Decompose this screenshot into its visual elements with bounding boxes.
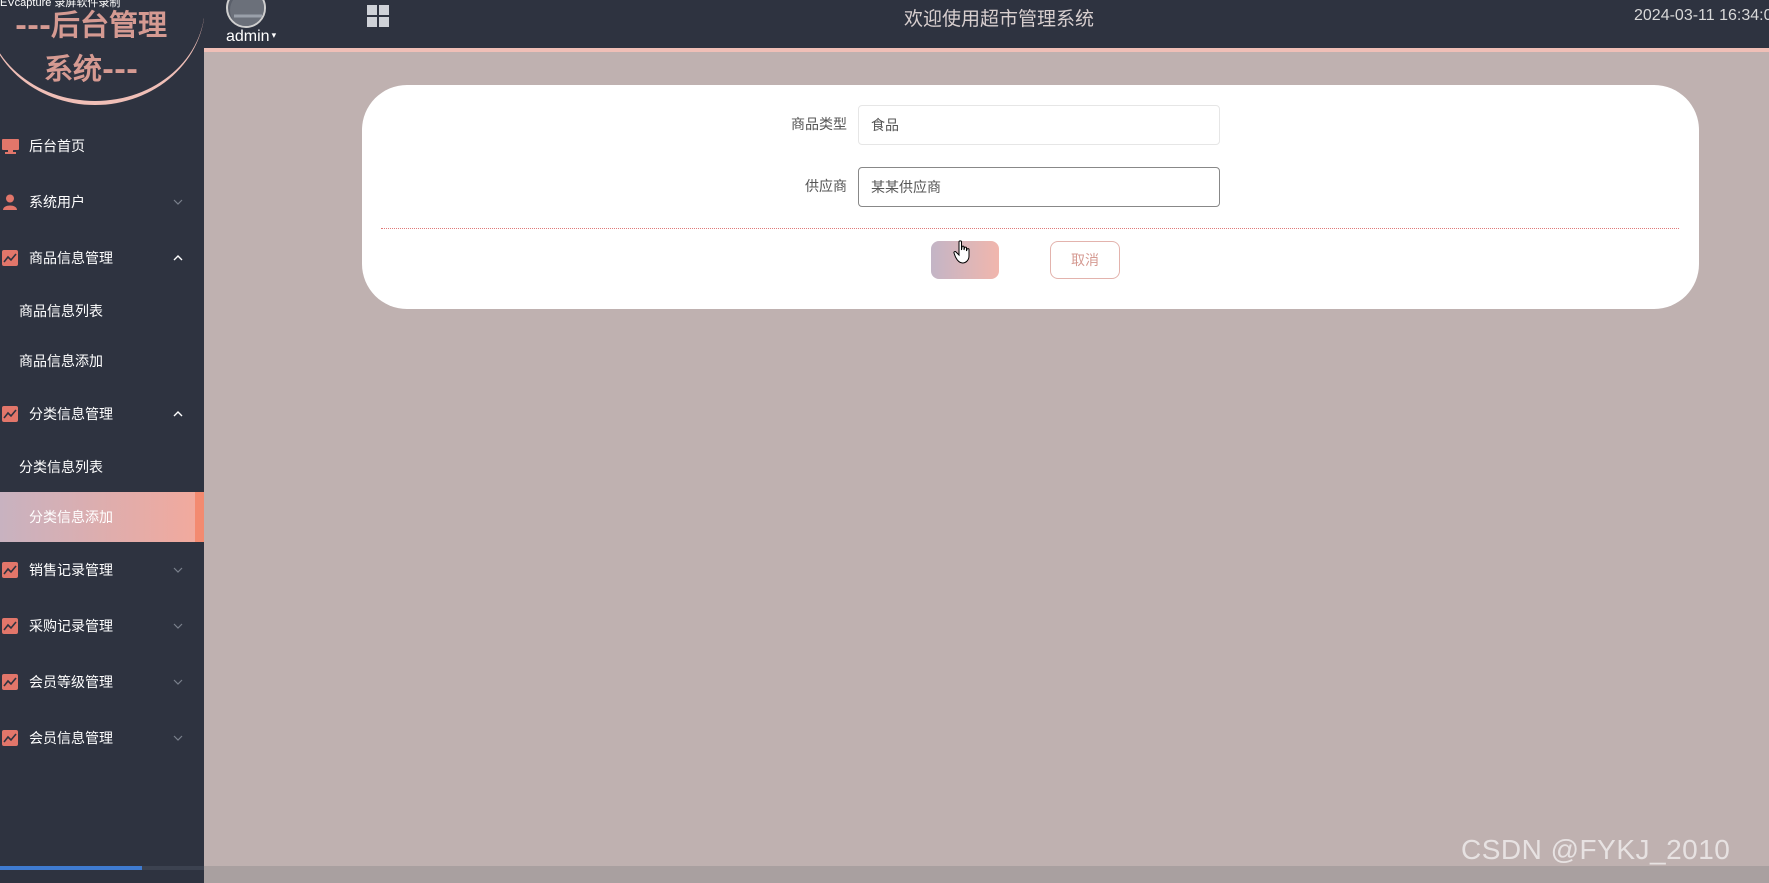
sidebar-item-product-mgmt[interactable]: 商品信息管理: [0, 230, 204, 286]
sidebar-item-system-users[interactable]: 系统用户: [0, 174, 204, 230]
sidebar-subitem-category-add[interactable]: 分类信息添加: [0, 492, 204, 542]
product-type-input[interactable]: [858, 105, 1220, 145]
watermark: CSDN @FYKJ_2010: [1461, 834, 1731, 865]
datetime: 2024-03-11 16:34:0: [1634, 7, 1769, 24]
sidebar-item-label: 后台首页: [29, 139, 85, 155]
chart-icon: [1, 406, 19, 422]
sidebar-item-category-mgmt[interactable]: 分类信息管理: [0, 386, 204, 442]
chart-icon: [1, 562, 19, 578]
chevron-down-icon: [173, 679, 183, 685]
chevron-up-icon: [173, 411, 183, 417]
bottom-strip: [204, 866, 1769, 883]
recorder-overlay-text: EVcapture 录屏软件录制: [0, 0, 121, 9]
sidebar-item-sales-mgmt[interactable]: 销售记录管理: [0, 542, 204, 598]
form-row-supplier: 供应商: [362, 167, 1699, 207]
form-card: 商品类型 供应商 取消: [362, 85, 1699, 309]
user-icon: [1, 194, 19, 210]
divider: [381, 228, 1679, 229]
avatar[interactable]: [226, 0, 266, 28]
chart-icon: [1, 618, 19, 634]
caret-down-icon: ▾: [271, 30, 277, 40]
logo: ---后台管理 系统---: [0, 0, 204, 110]
monitor-icon: [1, 138, 19, 154]
hand-cursor-icon: [953, 240, 970, 264]
chart-icon: [1, 674, 19, 690]
sidebar: ---后台管理 系统--- EVcapture 录屏软件录制 后台首页 系统用户: [0, 0, 204, 883]
chart-icon: [1, 250, 19, 266]
chevron-down-icon: [173, 735, 183, 741]
supplier-label: 供应商: [805, 179, 847, 195]
sidebar-item-home[interactable]: 后台首页: [0, 118, 204, 174]
sidebar-subitem-product-add[interactable]: 商品信息添加: [0, 336, 204, 386]
username: admin: [226, 28, 270, 45]
sidebar-menu: 后台首页 系统用户 商品信息管理 商品信息列表 商品信息添加 分类信息管理 分类…: [0, 118, 204, 766]
horizontal-scrollbar[interactable]: [0, 866, 204, 870]
sidebar-item-member-info-mgmt[interactable]: 会员信息管理: [0, 710, 204, 766]
supplier-input[interactable]: [858, 167, 1220, 207]
top-bar: admin ▾ 欢迎使用超市管理系统 2024-03-11 16:34:0: [204, 0, 1769, 52]
sidebar-subitem-product-list[interactable]: 商品信息列表: [0, 286, 204, 336]
app-root: ---后台管理 系统--- EVcapture 录屏软件录制 后台首页 系统用户: [0, 0, 1769, 883]
sidebar-item-member-level-mgmt[interactable]: 会员等级管理: [0, 654, 204, 710]
chart-icon: [1, 730, 19, 746]
welcome-title: 欢迎使用超市管理系统: [904, 8, 1095, 30]
chevron-down-icon: [173, 567, 183, 573]
scrollbar-thumb[interactable]: [0, 866, 142, 870]
logo-line-2: 系统---: [43, 52, 139, 86]
form-row-product-type: 商品类型: [362, 105, 1699, 145]
product-type-label: 商品类型: [791, 117, 847, 133]
grid-icon[interactable]: [367, 5, 389, 27]
cancel-button[interactable]: 取消: [1050, 241, 1120, 279]
chevron-up-icon: [173, 255, 183, 261]
chevron-down-icon: [173, 623, 183, 629]
sidebar-subitem-category-list[interactable]: 分类信息列表: [0, 442, 204, 492]
user-menu-toggle[interactable]: admin ▾: [226, 28, 276, 46]
sidebar-item-purchase-mgmt[interactable]: 采购记录管理: [0, 598, 204, 654]
chevron-down-icon: [173, 199, 183, 205]
